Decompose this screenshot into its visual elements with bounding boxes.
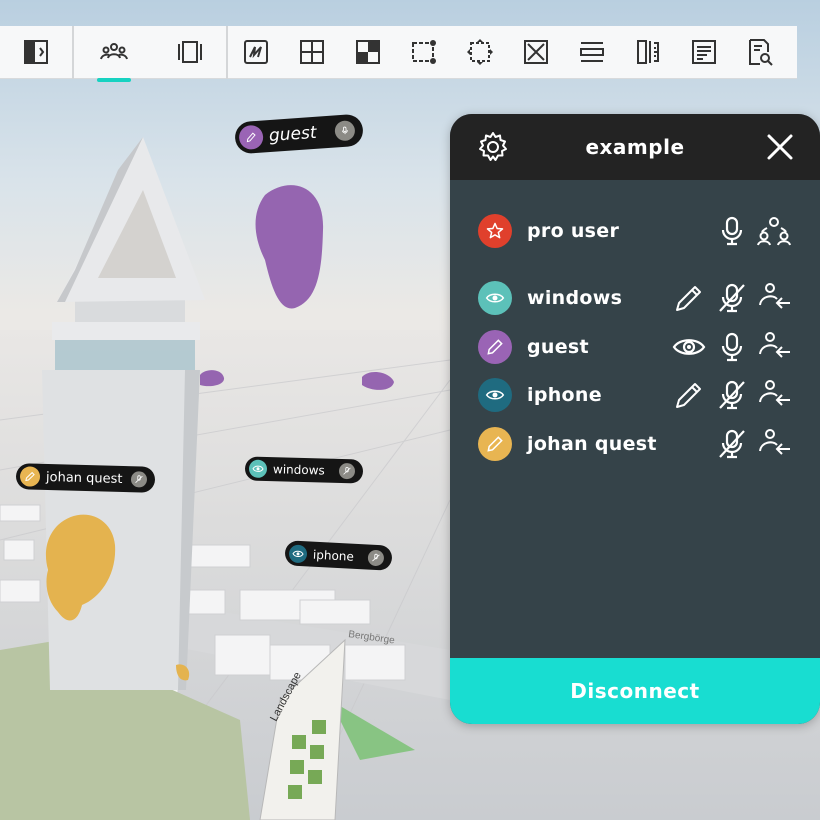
pencil-icon <box>238 124 264 151</box>
disconnect-button[interactable]: Disconnect <box>450 658 820 724</box>
close-button[interactable] <box>764 131 796 163</box>
users-panel: example pro user windows guest iphone jo… <box>450 114 820 724</box>
mic-off-icon <box>130 471 147 488</box>
mic-off-icon <box>719 380 745 410</box>
nameplate-label: iphone <box>312 547 355 564</box>
request-icon <box>759 283 790 309</box>
user-row-iphone: iphone <box>450 375 820 415</box>
user-name: johan quest <box>527 433 657 455</box>
nameplate-label: windows <box>272 462 325 478</box>
crop-x-icon <box>524 40 548 64</box>
measure-button[interactable] <box>620 26 676 79</box>
pencil-icon <box>19 466 41 487</box>
pencil-icon <box>676 286 701 311</box>
star-icon <box>486 222 504 239</box>
eye-icon <box>248 459 268 479</box>
user-row-pro-user: pro user <box>450 211 820 251</box>
request-icon <box>759 332 790 358</box>
active-indicator <box>97 77 131 82</box>
user-name: pro user <box>527 220 620 242</box>
pencil-icon <box>487 436 503 452</box>
mic-toggle[interactable] <box>715 427 749 461</box>
grid-button[interactable] <box>284 26 340 79</box>
notes-icon <box>692 40 716 64</box>
section-icon <box>580 42 604 62</box>
user-name: windows <box>527 287 623 309</box>
mic-off-icon <box>367 549 385 566</box>
measure-icon <box>637 40 659 64</box>
mode-toggle[interactable] <box>672 378 706 412</box>
nameplate-windows: windows <box>244 456 364 484</box>
user-row-johan-quest: johan quest <box>450 424 820 464</box>
mic-toggle[interactable] <box>715 281 749 315</box>
sketch-button[interactable] <box>228 26 284 79</box>
transform-button[interactable] <box>452 26 508 79</box>
mode-toggle[interactable] <box>672 330 706 364</box>
search-document-button[interactable] <box>732 26 788 79</box>
eye-icon <box>288 543 308 563</box>
eye-icon <box>485 390 505 400</box>
mic-off-icon <box>719 429 745 459</box>
node-button[interactable] <box>396 26 452 79</box>
transform-icon <box>467 39 493 65</box>
mic-off-icon <box>719 283 745 313</box>
mic-icon <box>333 120 356 142</box>
request-icon <box>759 380 790 406</box>
user-name: guest <box>527 336 589 358</box>
request-icon <box>759 429 790 455</box>
user-avatar <box>478 214 512 248</box>
panel-toggle-button[interactable] <box>0 26 72 79</box>
node-shape-icon <box>412 40 436 64</box>
mode-toggle[interactable] <box>672 281 706 315</box>
top-toolbar <box>0 25 797 82</box>
user-avatar <box>478 378 512 412</box>
pencil-icon <box>487 339 503 355</box>
user-row-windows: windows <box>450 278 820 318</box>
eye-icon <box>672 339 706 355</box>
user-row-guest: guest <box>450 327 820 367</box>
nameplate-label: guest <box>268 122 318 147</box>
checker-icon <box>356 40 380 64</box>
eye-icon <box>485 293 505 303</box>
request-control-button[interactable] <box>757 281 791 315</box>
request-control-button[interactable] <box>757 427 791 461</box>
host-button[interactable] <box>757 214 791 248</box>
panel-header: example <box>450 114 820 180</box>
users-group-icon <box>100 43 128 60</box>
request-control-button[interactable] <box>757 378 791 412</box>
user-name: iphone <box>527 384 602 406</box>
user-avatar <box>478 427 512 461</box>
nameplate-johan-quest: johan quest <box>15 463 155 493</box>
mic-toggle[interactable] <box>715 378 749 412</box>
host-icon <box>757 217 791 246</box>
grid-add-icon <box>300 40 324 64</box>
users-button[interactable] <box>74 26 154 82</box>
mic-off-icon <box>338 462 355 480</box>
mic-icon <box>721 332 743 362</box>
mic-toggle[interactable] <box>715 330 749 364</box>
frame-button[interactable] <box>154 26 226 79</box>
checker-button[interactable] <box>340 26 396 79</box>
crop-button[interactable] <box>508 26 564 79</box>
close-icon <box>767 134 793 160</box>
user-avatar <box>478 281 512 315</box>
user-avatar <box>478 330 512 364</box>
nameplate-label: johan quest <box>45 469 123 487</box>
frame-icon <box>178 41 202 63</box>
request-control-button[interactable] <box>757 330 791 364</box>
mic-icon <box>721 216 743 246</box>
section-button[interactable] <box>564 26 620 79</box>
search-document-icon <box>749 39 773 66</box>
sidebar-panel-icon <box>24 40 48 64</box>
mic-toggle[interactable] <box>715 214 749 248</box>
sketch-icon <box>244 40 268 64</box>
notes-button[interactable] <box>676 26 732 79</box>
pencil-icon <box>676 383 701 408</box>
